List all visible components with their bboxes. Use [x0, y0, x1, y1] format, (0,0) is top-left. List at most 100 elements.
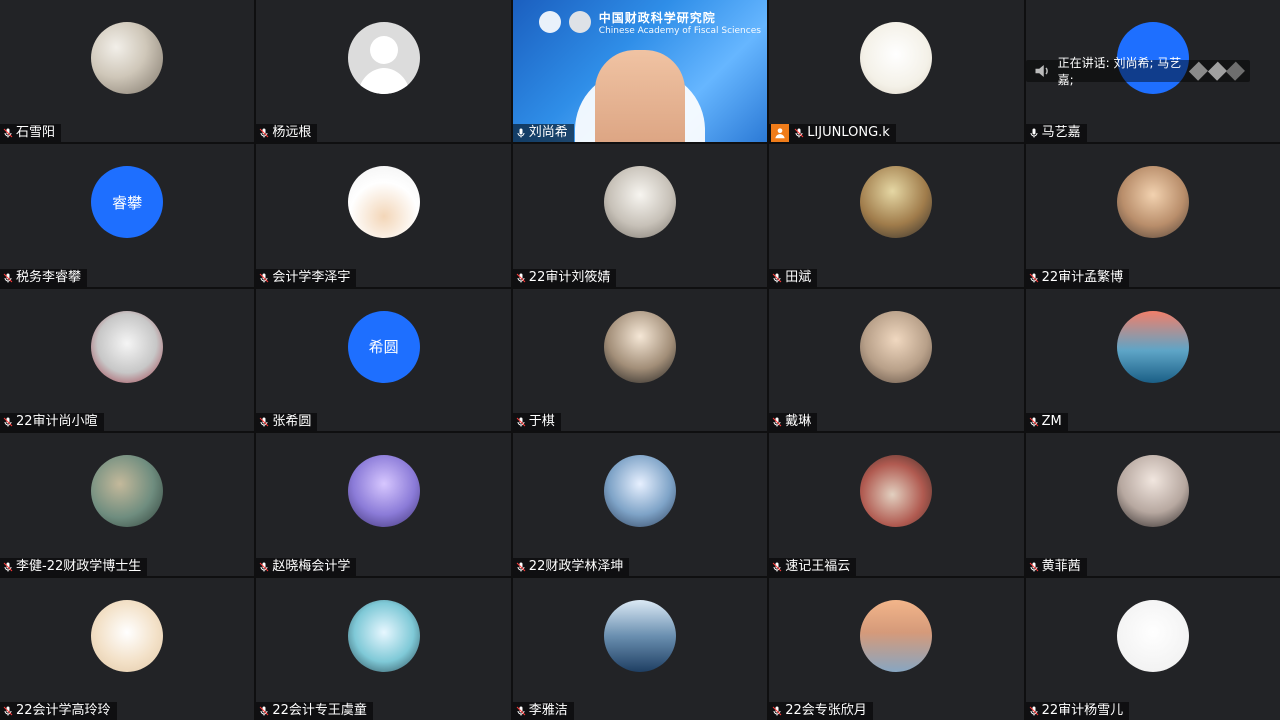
participant-name-bar: 速记王福云: [769, 557, 857, 576]
participant-tile[interactable]: 希圆 张希圆: [256, 288, 511, 432]
avatar: [91, 22, 164, 94]
participant-tile[interactable]: 睿攀 税务李睿攀: [0, 144, 255, 287]
participant-tile[interactable]: 赵晓梅会计学: [256, 433, 511, 576]
microphone-muted-icon: [258, 127, 270, 139]
microphone-muted-icon: [515, 705, 527, 717]
avatar: [860, 455, 933, 528]
participant-name: 李雅洁: [528, 702, 568, 718]
participant-name-bar: 马艺嘉: [1025, 124, 1087, 143]
participant-tile[interactable]: 于棋: [512, 288, 768, 432]
participant-tile[interactable]: 22会专张欣月: [769, 577, 1024, 720]
participant-name-bar: 张希圆: [256, 413, 318, 432]
avatar: 睿攀: [91, 166, 164, 239]
participant-name-bar: 田斌: [769, 268, 818, 287]
microphone-muted-icon: [793, 127, 805, 139]
participant-tile[interactable]: 会计学李泽宇: [256, 144, 511, 287]
participant-name-bar: 22会计专王虞童: [256, 701, 373, 720]
speaker-video-silhouette: [594, 50, 685, 143]
microphone-muted-icon: [258, 705, 270, 717]
avatar: [603, 166, 676, 239]
diamond-icon: [1189, 61, 1209, 81]
person-badge-icon: [771, 124, 790, 143]
microphone-muted-icon: [771, 705, 783, 717]
participant-tile[interactable]: 22会计专王虞童: [256, 577, 511, 720]
participant-name-bar: 22审计尚小暄: [0, 413, 104, 432]
participant-name-bar: 戴琳: [769, 413, 818, 432]
video-banner: 中国财政科学研究院 Chinese Academy of Fiscal Scie…: [513, 0, 767, 44]
participant-tile[interactable]: 李健-22财政学博士生: [0, 433, 255, 576]
microphone-muted-icon: [1028, 561, 1040, 573]
participant-tile[interactable]: 李雅洁: [512, 577, 768, 720]
participant-tile[interactable]: 杨远根: [256, 0, 511, 143]
banner-title: 中国财政科学研究院: [598, 10, 716, 25]
avatar: [1116, 455, 1189, 528]
participant-tile[interactable]: 22审计刘筱婧: [512, 144, 768, 287]
participant-name: 戴琳: [785, 414, 812, 430]
microphone-icon: [1028, 127, 1040, 139]
participant-name: 杨远根: [272, 125, 312, 141]
participant-name-bar: 22财政学林泽坤: [512, 557, 630, 576]
participant-name-bar: 于棋: [512, 413, 561, 432]
avatar: [860, 599, 933, 672]
participant-name-bar: 22审计刘筱婧: [512, 268, 617, 287]
banner-subtitle: Chinese Academy of Fiscal Sciences: [598, 25, 761, 36]
microphone-icon: [515, 127, 527, 139]
participant-tile[interactable]: 22审计孟繁博: [1025, 144, 1280, 287]
participant-name: 速记王福云: [785, 558, 851, 574]
participant-tile[interactable]: 正在讲话: 刘尚希; 马艺嘉; 马艺嘉: [1025, 0, 1280, 143]
participant-name: 赵晓梅会计学: [272, 558, 351, 574]
participant-name-bar: 22会计学高玲玲: [0, 701, 117, 720]
avatar: [347, 455, 420, 528]
participant-name: 22审计杨雪儿: [1041, 702, 1124, 718]
microphone-muted-icon: [1028, 416, 1040, 428]
speaker-icon: [1034, 64, 1052, 78]
avatar: [91, 310, 164, 383]
participant-name-bar: ZM: [1025, 413, 1068, 432]
active-speaker-tile[interactable]: 中国财政科学研究院 Chinese Academy of Fiscal Scie…: [512, 0, 768, 143]
participant-tile[interactable]: 黄菲茜: [1025, 433, 1280, 576]
speaking-indicator: 正在讲话: 刘尚希; 马艺嘉;: [1025, 56, 1250, 87]
microphone-muted-icon: [258, 561, 270, 573]
participant-name: 李健-22财政学博士生: [16, 558, 142, 574]
participant-name: 田斌: [785, 269, 812, 285]
participant-name: 税务李睿攀: [16, 269, 82, 285]
microphone-muted-icon: [515, 272, 527, 284]
avatar: [347, 166, 420, 239]
participant-tile[interactable]: 田斌: [769, 144, 1024, 287]
participant-name-bar: 李健-22财政学博士生: [0, 557, 148, 576]
participant-tile[interactable]: 22财政学林泽坤: [512, 433, 768, 576]
participant-tile[interactable]: 速记王福云: [769, 433, 1024, 576]
participant-name-bar: LIJUNLONG.k: [769, 124, 896, 143]
participant-name: 黄菲茜: [1041, 558, 1081, 574]
participant-name-bar: 税务李睿攀: [0, 268, 88, 287]
avatar: [603, 310, 676, 383]
avatar: [603, 599, 676, 672]
participant-tile[interactable]: 戴琳: [769, 288, 1024, 432]
participant-tile[interactable]: 22审计尚小暄: [0, 288, 255, 432]
microphone-muted-icon: [258, 416, 270, 428]
participant-tile[interactable]: 石雪阳: [0, 0, 255, 143]
avatar: [1116, 166, 1189, 239]
participant-name: 石雪阳: [16, 125, 56, 141]
participant-tile[interactable]: LIJUNLONG.k: [769, 0, 1024, 143]
participant-tile[interactable]: 22审计杨雪儿: [1025, 577, 1280, 720]
microphone-muted-icon: [1028, 272, 1040, 284]
avatar: [347, 22, 420, 94]
speaking-label: 正在讲话: 刘尚希; 马艺嘉;: [1057, 56, 1182, 87]
participant-name: 22审计刘筱婧: [528, 269, 611, 285]
participant-name: 22会专张欣月: [785, 702, 867, 718]
microphone-muted-icon: [2, 416, 14, 428]
avatar: [860, 310, 933, 383]
microphone-muted-icon: [1028, 705, 1040, 717]
institution-seal-icon: [568, 11, 591, 33]
participant-name: 22审计孟繁博: [1041, 269, 1124, 285]
avatar: [347, 599, 420, 672]
avatar: [1116, 599, 1189, 672]
participant-name: LIJUNLONG.k: [807, 125, 890, 141]
participant-name-bar: 刘尚希: [512, 124, 574, 143]
participant-tile[interactable]: ZM: [1025, 288, 1280, 432]
microphone-muted-icon: [2, 272, 14, 284]
diamond-icon: [1226, 61, 1246, 81]
participant-tile[interactable]: 22会计学高玲玲: [0, 577, 255, 720]
microphone-muted-icon: [258, 272, 270, 284]
